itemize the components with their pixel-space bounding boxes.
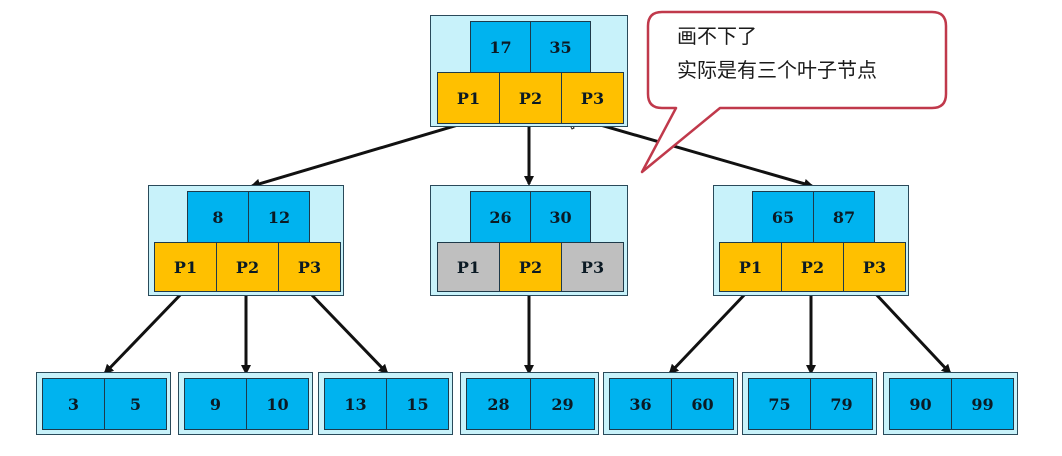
- internal-node-left: 8 12 P1 P2 P3: [148, 185, 344, 296]
- internal-right-pointer-p2: P2: [781, 242, 844, 292]
- leaf-key-1: 13: [324, 378, 387, 430]
- root-node: 17 35 P1 P2 P3: [430, 15, 628, 127]
- internal-left-pointer-p2: P2: [216, 242, 279, 292]
- internal-left-pointer-p1: P1: [154, 242, 217, 292]
- internal-node-right: 65 87 P1 P2 P3: [713, 185, 909, 296]
- leaf-node: 90 99: [883, 372, 1018, 435]
- internal-middle-pointer-p3: P3: [561, 242, 624, 292]
- leaf-key-2: 79: [810, 378, 873, 430]
- internal-node-middle: 26 30 P1 P2 P3: [430, 185, 628, 296]
- callout-line-1: 画不下了: [677, 24, 757, 48]
- leaf-key-2: 10: [246, 378, 309, 430]
- root-pointer-p3: P3: [561, 72, 624, 124]
- leaf-node: 36 60: [603, 372, 738, 435]
- root-pointer-p1: P1: [437, 72, 500, 124]
- leaf-node: 3 5: [36, 372, 171, 435]
- internal-left-key-2: 12: [248, 191, 310, 243]
- edge-right-p3: [871, 289, 952, 375]
- internal-right-key-2: 87: [813, 191, 875, 243]
- leaf-key-2: 99: [951, 378, 1014, 430]
- root-key-1: 17: [470, 21, 531, 73]
- leaf-key-2: 29: [530, 378, 595, 430]
- edge-right-p1: [668, 289, 750, 375]
- internal-left-key-1: 8: [187, 191, 249, 243]
- leaf-node: 9 10: [178, 372, 313, 435]
- leaf-key-2: 60: [671, 378, 734, 430]
- internal-middle-key-1: 26: [470, 191, 531, 243]
- callout-line-2: 实际是有三个叶子节点: [677, 58, 877, 82]
- internal-right-pointer-p1: P1: [719, 242, 782, 292]
- root-pointer-p2: P2: [499, 72, 562, 124]
- internal-middle-key-2: 30: [530, 191, 591, 243]
- leaf-key-1: 3: [42, 378, 105, 430]
- internal-middle-pointer-p2: P2: [499, 242, 562, 292]
- leaf-key-1: 36: [609, 378, 672, 430]
- leaf-node: 13 15: [318, 372, 453, 435]
- leaf-key-1: 75: [748, 378, 811, 430]
- edge-left-p3: [306, 289, 389, 375]
- edge-left-p1: [103, 289, 186, 375]
- leaf-node: 75 79: [742, 372, 877, 435]
- leaf-key-1: 28: [466, 378, 531, 430]
- edge-root-p1: [250, 120, 469, 189]
- root-key-2: 35: [530, 21, 591, 73]
- internal-left-pointer-p3: P3: [278, 242, 341, 292]
- internal-right-pointer-p3: P3: [843, 242, 906, 292]
- internal-middle-pointer-p1: P1: [437, 242, 500, 292]
- leaf-key-2: 5: [104, 378, 167, 430]
- leaf-key-1: 90: [889, 378, 952, 430]
- leaf-key-2: 15: [386, 378, 449, 430]
- leaf-node: 28 29: [460, 372, 599, 435]
- edge-root-p3: [589, 120, 814, 189]
- internal-right-key-1: 65: [752, 191, 814, 243]
- callout-text: 画不下了 实际是有三个叶子节点: [677, 19, 877, 87]
- leaf-key-1: 9: [184, 378, 247, 430]
